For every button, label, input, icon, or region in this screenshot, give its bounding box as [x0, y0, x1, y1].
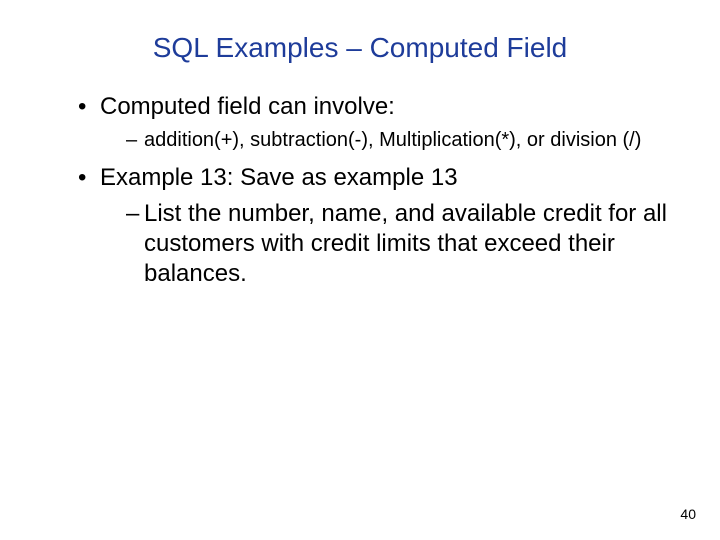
slide: SQL Examples – Computed Field Computed f… — [0, 0, 720, 540]
bullet-text: Example 13: Save as example 13 — [100, 164, 458, 191]
bullet-item: Example 13: Save as example 13 List the … — [78, 163, 670, 289]
bullet-list: Computed field can involve: addition(+),… — [50, 92, 670, 289]
sub-item: addition(+), subtraction(-), Multiplicat… — [126, 128, 670, 153]
sub-item: List the number, name, and available cre… — [126, 199, 670, 289]
sub-text: addition(+), subtraction(-), Multiplicat… — [144, 129, 641, 151]
sub-text: List the number, name, and available cre… — [144, 200, 667, 287]
sub-list: List the number, name, and available cre… — [100, 199, 670, 289]
bullet-text: Computed field can involve: — [100, 93, 395, 120]
slide-title: SQL Examples – Computed Field — [50, 32, 670, 64]
page-number: 40 — [680, 506, 696, 522]
sub-list: addition(+), subtraction(-), Multiplicat… — [100, 128, 670, 153]
bullet-item: Computed field can involve: addition(+),… — [78, 92, 670, 153]
